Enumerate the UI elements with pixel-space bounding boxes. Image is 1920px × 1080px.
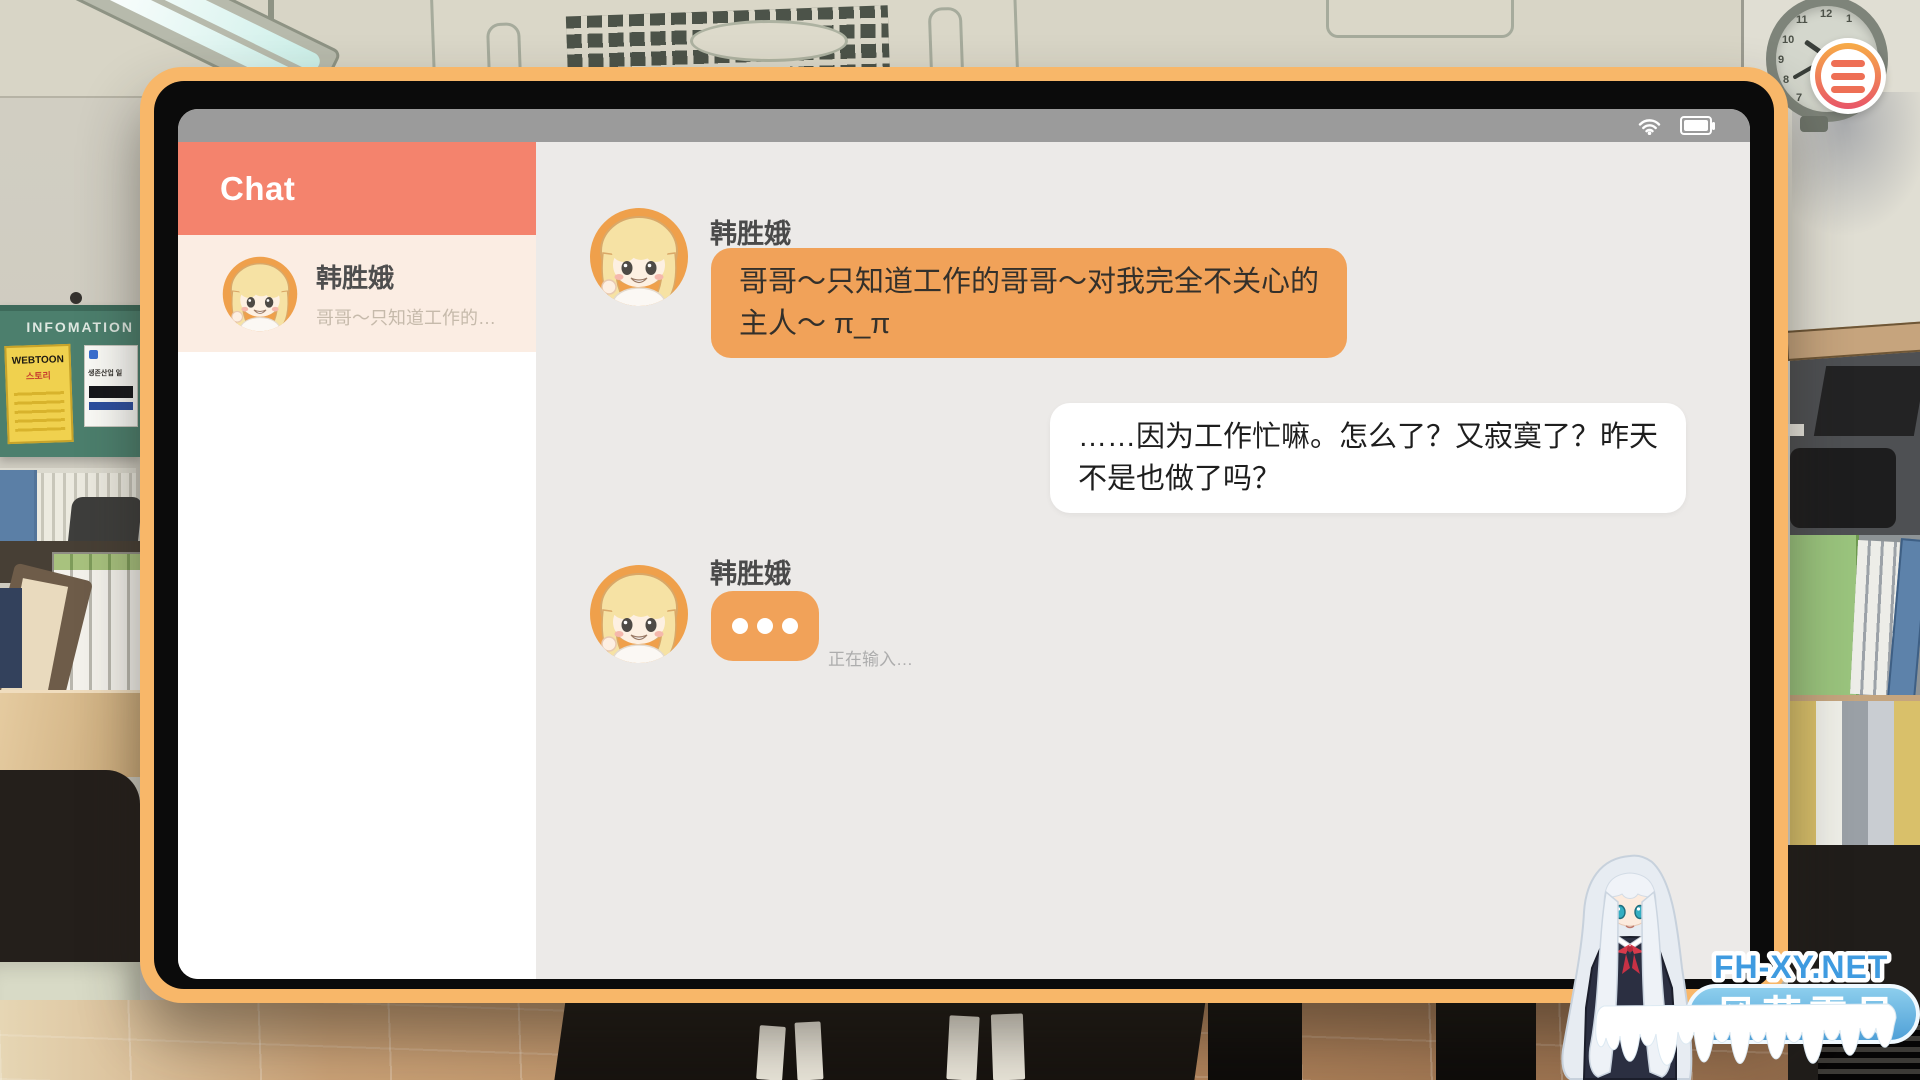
- contact-row[interactable]: 韩胜娥 哥哥～只知道工作的…: [178, 235, 536, 352]
- ceiling-vent-small: [1326, 0, 1514, 38]
- poster-subtitle: 스토리: [7, 368, 69, 383]
- poster-text: 생존산업 일: [88, 368, 122, 378]
- clock-number: 11: [1796, 14, 1808, 26]
- message-sender: 韩胜娥: [710, 212, 791, 251]
- blue-cabinet: [0, 470, 37, 546]
- contact-preview: 哥哥～只知道工作的…: [316, 304, 496, 330]
- info-poster: 생존산업 일: [84, 345, 138, 427]
- wooden-desk: [0, 690, 140, 777]
- tablet-screen: Chat 韩胜娥 哥哥～只知道工作的… 韩胜娥: [178, 109, 1750, 979]
- board-title: INFOMATION: [26, 319, 134, 335]
- ceiling-lamp: [690, 20, 848, 62]
- clock-number: 9: [1778, 54, 1784, 66]
- typing-label: 正在输入…: [828, 645, 913, 670]
- book-stack: [0, 588, 22, 688]
- desk-shadow: [0, 770, 140, 968]
- wifi-icon: [1637, 117, 1662, 135]
- app-title: Chat: [220, 170, 295, 208]
- clock-number: 10: [1782, 34, 1794, 46]
- sidebar: Chat 韩胜娥 哥哥～只知道工作的…: [178, 142, 536, 979]
- webtoon-poster: WEBTOON 스토리: [4, 344, 73, 444]
- chat-app: Chat 韩胜娥 哥哥～只知道工作的… 韩胜娥: [178, 142, 1750, 979]
- message-sender: 韩胜娥: [710, 552, 791, 591]
- clock-number: 1: [1846, 13, 1852, 25]
- message-line: 不是也做了吗？: [1078, 458, 1658, 500]
- table-leg: [1436, 1000, 1536, 1080]
- clock-number: 7: [1796, 92, 1802, 104]
- message-avatar: [589, 207, 689, 307]
- desk-silhouette: [554, 1000, 1205, 1080]
- message-line: 哥哥～只知道工作的哥哥～对我完全不关心的: [739, 261, 1319, 303]
- tablet-bezel: Chat 韩胜娥 哥哥～只知道工作的… 韩胜娥: [154, 81, 1774, 989]
- clock-number: 12: [1820, 8, 1832, 20]
- bulletin-board: INFOMATION WEBTOON 스토리 생존산업 일: [0, 305, 140, 457]
- watermark-site: FH-XY.NET: [1714, 949, 1888, 985]
- status-bar: [178, 109, 1750, 142]
- battery-icon: [1680, 116, 1712, 135]
- office-chair: [67, 497, 142, 547]
- menu-button[interactable]: [1810, 38, 1886, 114]
- message-avatar: [589, 564, 689, 664]
- bookshelf-row: [1790, 695, 1920, 853]
- message-line: ……因为工作忙嘛。怎么了？又寂寞了？昨天: [1078, 416, 1658, 458]
- contact-name: 韩胜娥: [316, 258, 496, 295]
- message-bubble-right: ……因为工作忙嘛。怎么了？又寂寞了？昨天 不是也做了吗？: [1050, 403, 1686, 513]
- message-line: 主人～ π_π: [739, 303, 1319, 345]
- hamburger-icon: [1815, 43, 1881, 109]
- watermark: 风花雪月 FH-XY.NET: [1538, 848, 1920, 1080]
- contact-avatar: [222, 256, 298, 332]
- board-pin: [70, 292, 82, 304]
- sidebar-header: Chat: [178, 142, 536, 235]
- typing-indicator: [711, 591, 819, 661]
- clock-stem: [1800, 116, 1828, 132]
- right-cabinet: [1790, 340, 1920, 536]
- table-leg: [1208, 1000, 1302, 1080]
- game-scene: 12 1 11 10 9 8 7 INFOMATION WEBTOON 스토리 …: [0, 0, 1920, 1080]
- message-bubble-left: 哥哥～只知道工作的哥哥～对我完全不关心的 主人～ π_π: [711, 248, 1347, 358]
- contact-meta: 韩胜娥 哥哥～只知道工作的…: [316, 258, 496, 330]
- bookshelf-row: [1790, 535, 1920, 695]
- poster-title: WEBTOON: [7, 354, 69, 367]
- clock-number: 8: [1783, 74, 1789, 86]
